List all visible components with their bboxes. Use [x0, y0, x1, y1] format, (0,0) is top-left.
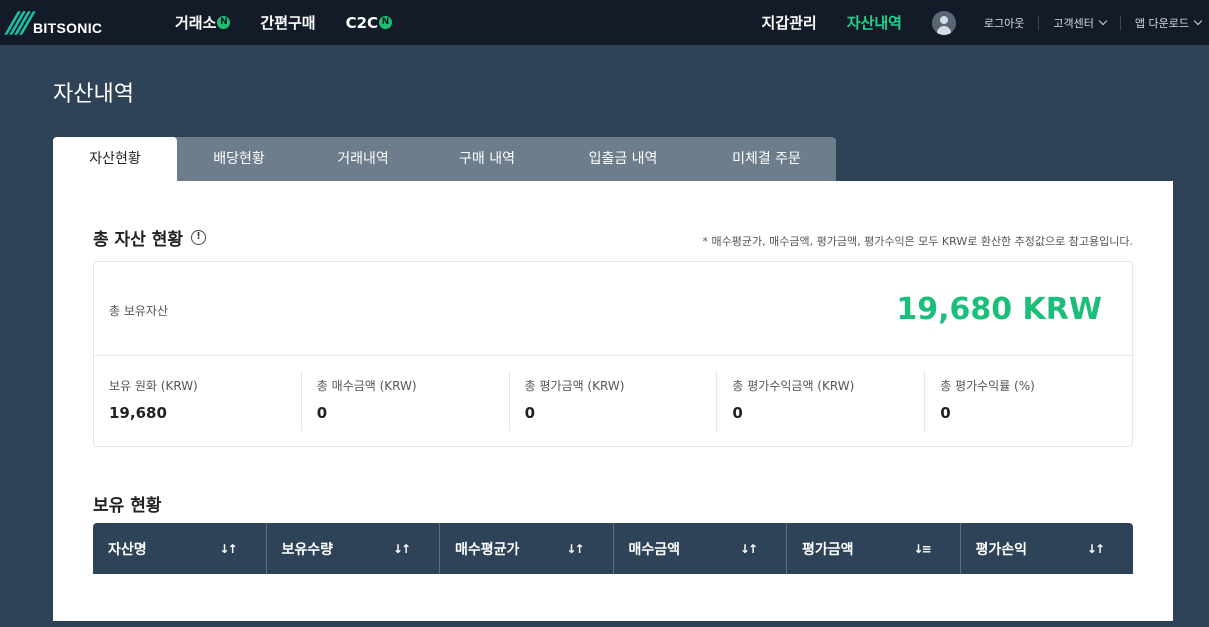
summary-box: 총 보유자산 19,680 KRW 보유 원화 (KRW) 19,680 총 매…	[93, 261, 1133, 447]
sort-icon[interactable]: ↓↑	[1087, 542, 1105, 556]
total-assets-row: 총 보유자산 19,680 KRW	[94, 262, 1132, 356]
page-title: 자산내역	[53, 82, 134, 107]
stat-value: 19,680	[109, 404, 167, 422]
total-assets-value: 19,680 KRW	[896, 292, 1102, 327]
tab-open-orders[interactable]: 미체결 주문	[697, 137, 836, 181]
nav-assets[interactable]: 자산내역	[847, 12, 902, 33]
sort-desc-icon[interactable]: ↓≡	[913, 542, 931, 556]
tab-trade-history[interactable]: 거래내역	[301, 137, 425, 181]
nav-exchange[interactable]: 거래소 N	[175, 12, 231, 33]
column-label: 평가손익	[975, 541, 1028, 558]
column-profit-loss[interactable]: 평가손익 ↓↑	[961, 523, 1134, 574]
holdings-section-title: 보유 현황	[93, 496, 162, 516]
logout-link[interactable]: 로그아웃	[984, 15, 1024, 31]
summary-section-title: 총 자산 현황 !	[93, 225, 207, 250]
stat-total-profit: 총 평가수익금액 (KRW) 0	[717, 371, 926, 431]
column-avg-price[interactable]: 매수평균가 ↓↑	[440, 523, 614, 574]
stat-value: 0	[940, 404, 951, 422]
tab-deposit-withdraw[interactable]: 입출금 내역	[549, 137, 697, 181]
column-buy-amount[interactable]: 매수금액 ↓↑	[614, 523, 787, 574]
nav-easy-buy-label: 간편구매	[260, 14, 316, 32]
avatar[interactable]	[931, 10, 956, 35]
user-nav: 지갑관리 자산내역 로그아웃 고객센터 앱 다운로드	[762, 0, 1209, 45]
main-nav: 거래소 N 간편구매 C2C N	[175, 0, 422, 45]
stat-total-buy: 총 매수금액 (KRW) 0	[302, 371, 510, 431]
column-eval-amount[interactable]: 평가금액 ↓≡	[787, 523, 961, 574]
stat-total-eval: 총 평가금액 (KRW) 0	[510, 371, 718, 431]
nav-exchange-label: 거래소	[175, 14, 217, 32]
chevron-down-icon	[1098, 16, 1108, 25]
column-quantity[interactable]: 보유수량 ↓↑	[267, 523, 440, 574]
summary-note: * 매수평균가, 매수금액, 평가금액, 평가수익은 모두 KRW로 환산한 추…	[702, 235, 1133, 248]
column-label: 매수평균가	[455, 541, 520, 558]
brand-name: BITSONIC	[33, 20, 103, 36]
sort-icon[interactable]: ↓↑	[740, 542, 758, 556]
sort-icon[interactable]: ↓↑	[566, 542, 584, 556]
nav-easy-buy[interactable]: 간편구매	[260, 12, 315, 33]
divider	[1119, 15, 1121, 30]
nav-c2c-label: C2C	[345, 13, 379, 32]
app-download-label: 앱 다운로드	[1134, 16, 1189, 30]
stat-value: 0	[524, 404, 536, 422]
stat-profit-rate: 총 평가수익률 (%) 0	[925, 371, 1132, 431]
column-label: 매수금액	[628, 541, 681, 558]
info-icon[interactable]: !	[191, 230, 207, 245]
column-label: 보유수량	[281, 541, 334, 558]
top-navbar: BITSONIC 거래소 N 간편구매 C2C N 지갑관리 자산내역 로그아웃…	[0, 0, 1209, 45]
bitsonic-logo[interactable]: BITSONIC	[4, 9, 103, 37]
nav-wallet[interactable]: 지갑관리	[762, 12, 817, 33]
asset-tabs: 자산현황 배당현황 거래내역 구매 내역 입출금 내역 미체결 주문	[53, 137, 836, 181]
tab-asset-status[interactable]: 자산현황	[53, 137, 177, 181]
stat-label: 총 평가수익금액 (KRW)	[732, 379, 855, 393]
app-download-menu[interactable]: 앱 다운로드	[1134, 15, 1203, 31]
column-label: 평가금액	[802, 541, 854, 558]
stat-label: 보유 원화 (KRW)	[109, 379, 198, 393]
stat-krw-balance: 보유 원화 (KRW) 19,680	[94, 371, 302, 431]
summary-title: 총 자산 현황	[93, 230, 184, 250]
nav-c2c[interactable]: C2C N	[345, 13, 393, 32]
column-asset-name[interactable]: 자산명 ↓↑	[93, 523, 267, 574]
stat-label: 총 평가금액 (KRW)	[524, 379, 625, 393]
sort-icon[interactable]: ↓↑	[393, 542, 411, 556]
sort-icon[interactable]: ↓↑	[219, 542, 237, 556]
column-label: 자산명	[108, 541, 147, 558]
divider	[1038, 15, 1040, 30]
holdings-table-header: 자산명 ↓↑ 보유수량 ↓↑ 매수평균가 ↓↑ 매수금액 ↓↑ 평가금액 ↓≡ …	[93, 523, 1133, 574]
support-menu[interactable]: 고객센터	[1053, 15, 1108, 31]
stat-label: 총 매수금액 (KRW)	[316, 379, 417, 393]
tab-dividend[interactable]: 배당현황	[177, 137, 301, 181]
total-assets-label: 총 보유자산	[109, 304, 169, 318]
stat-value: 0	[316, 404, 328, 422]
content-panel: 총 자산 현황 ! * 매수평균가, 매수금액, 평가금액, 평가수익은 모두 …	[53, 181, 1173, 621]
stat-value: 0	[732, 404, 743, 422]
new-badge: N	[379, 16, 393, 29]
tab-purchase-history[interactable]: 구매 내역	[425, 137, 549, 181]
stat-label: 총 평가수익률 (%)	[940, 379, 1035, 393]
support-label: 고객센터	[1053, 16, 1094, 30]
new-badge: N	[217, 16, 231, 29]
summary-stats: 보유 원화 (KRW) 19,680 총 매수금액 (KRW) 0 총 평가금액…	[94, 356, 1132, 446]
chevron-down-icon	[1193, 16, 1203, 25]
logo-mark-icon	[4, 10, 36, 36]
